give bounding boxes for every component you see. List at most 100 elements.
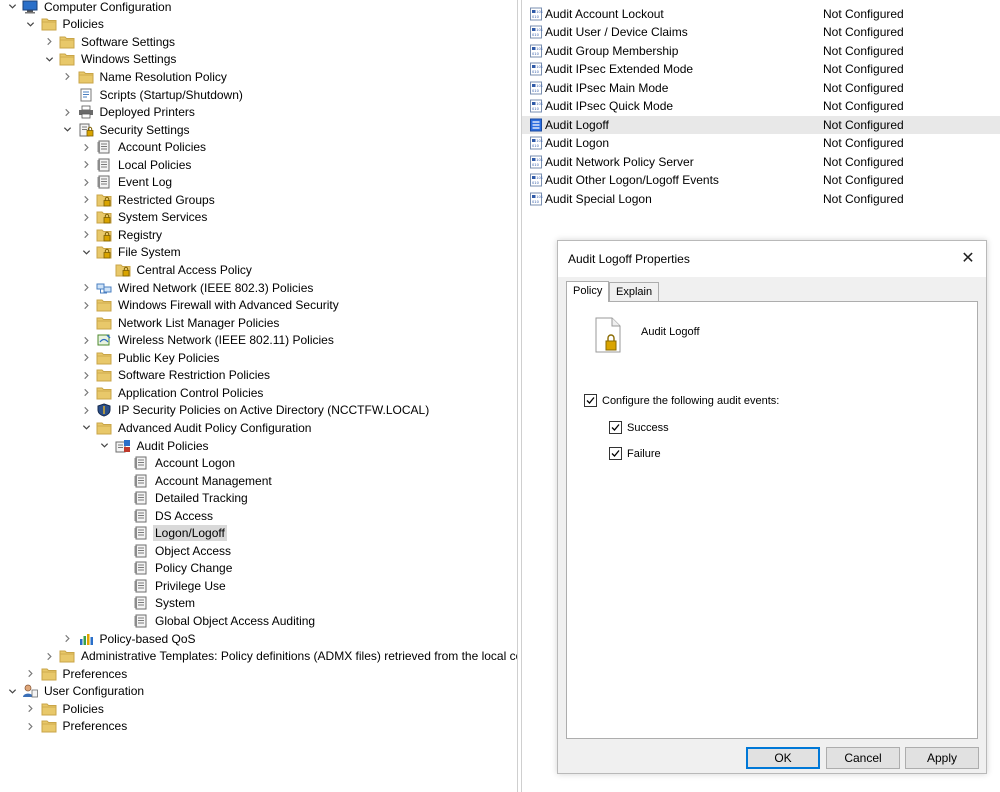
chevron-right-icon[interactable] bbox=[80, 141, 92, 153]
tree-item-ip-security-policies[interactable]: IP Security Policies on Active Directory… bbox=[80, 402, 431, 420]
tree-item-application-control-policies[interactable]: Application Control Policies bbox=[80, 384, 265, 402]
chevron-down-icon[interactable] bbox=[62, 124, 74, 136]
tree-item-label: Wireless Network (IEEE 802.11) Policies bbox=[118, 333, 334, 348]
policy-row[interactable]: 101 010 Audit IPsec Extended Mode Not Confi… bbox=[522, 60, 1000, 79]
tree-item-account-policies[interactable]: Account Policies bbox=[80, 138, 208, 156]
tree-item-file-system[interactable]: File System bbox=[80, 244, 183, 262]
tree-item-central-access-policy[interactable]: Central Access Policy bbox=[99, 261, 254, 279]
configure-audit-events-checkbox[interactable] bbox=[584, 394, 597, 407]
tree-item-preferences-user[interactable]: Preferences bbox=[25, 718, 130, 736]
chevron-right-icon[interactable] bbox=[80, 369, 92, 381]
tree-item-policy-based-qos[interactable]: Policy-based QoS bbox=[62, 630, 198, 648]
chevron-right-icon[interactable] bbox=[80, 282, 92, 294]
tree-item-wireless-network-policies[interactable]: Wireless Network (IEEE 802.11) Policies bbox=[80, 331, 336, 349]
tree-item-policy-change[interactable]: Policy Change bbox=[117, 560, 234, 578]
chevron-down-icon[interactable] bbox=[43, 53, 55, 65]
tree-item-network-list-manager-policies[interactable]: Network List Manager Policies bbox=[80, 314, 281, 332]
tree-item-account-management[interactable]: Account Management bbox=[117, 472, 274, 490]
chevron-right-icon[interactable] bbox=[62, 106, 74, 118]
chevron-right-icon[interactable] bbox=[80, 159, 92, 171]
apply-button[interactable]: Apply bbox=[905, 747, 979, 769]
chevron-right-icon[interactable] bbox=[62, 633, 74, 645]
tree-item-system-services[interactable]: System Services bbox=[80, 209, 209, 227]
success-checkbox[interactable] bbox=[609, 421, 622, 434]
tree-item-windows-firewall[interactable]: Windows Firewall with Advanced Security bbox=[80, 296, 341, 314]
policy-row[interactable]: 101 010 Audit Network Policy Server Not Con… bbox=[522, 153, 1000, 172]
tree-item-deployed-printers[interactable]: Deployed Printers bbox=[62, 103, 197, 121]
tree-item-user-configuration[interactable]: User Configuration bbox=[6, 682, 146, 700]
policy-row[interactable]: 101 010 Audit IPsec Quick Mode Not Configur… bbox=[522, 97, 1000, 116]
chevron-right-icon[interactable] bbox=[80, 211, 92, 223]
tree-item-policies-user[interactable]: Policies bbox=[25, 700, 106, 718]
policy-row[interactable]: 101 010 Audit Other Logon/Logoff Events Not… bbox=[522, 171, 1000, 190]
policy-setting-cell: Not Configured bbox=[823, 154, 904, 169]
policy-row[interactable]: 101 010 Audit IPsec Main Mode Not Configure… bbox=[522, 79, 1000, 98]
tree-item-local-policies[interactable]: Local Policies bbox=[80, 156, 193, 174]
tree-item-software-restriction-policies[interactable]: Software Restriction Policies bbox=[80, 367, 272, 385]
ok-button[interactable]: OK bbox=[746, 747, 820, 769]
tree-item-audit-policies[interactable]: Audit Policies bbox=[99, 437, 211, 455]
tree-item-object-access[interactable]: Object Access bbox=[117, 542, 233, 560]
tab-policy[interactable]: Policy bbox=[566, 281, 610, 302]
chevron-down-icon[interactable] bbox=[99, 440, 111, 452]
chevron-down-icon[interactable] bbox=[6, 1, 18, 13]
chevron-right-icon[interactable] bbox=[80, 299, 92, 311]
chevron-right-icon[interactable] bbox=[80, 334, 92, 346]
close-icon[interactable]: ✕ bbox=[956, 247, 980, 269]
tree-item-global-object-access-auditing[interactable]: Global Object Access Auditing bbox=[117, 612, 317, 630]
failure-checkbox[interactable] bbox=[609, 447, 622, 460]
tree-item-account-logon[interactable]: Account Logon bbox=[117, 454, 237, 472]
policy-row[interactable]: 101 010 Audit User / Device Claims Not Conf… bbox=[522, 23, 1000, 42]
chevron-right-icon[interactable] bbox=[43, 36, 55, 48]
failure-label: Failure bbox=[627, 447, 661, 460]
chevron-down-icon[interactable] bbox=[6, 685, 18, 697]
tree-item-policies[interactable]: Policies bbox=[25, 16, 106, 34]
chevron-right-icon[interactable] bbox=[80, 352, 92, 364]
svg-text:010: 010 bbox=[532, 200, 540, 204]
chevron-down-icon[interactable] bbox=[80, 422, 92, 434]
tree-item-preferences-computer[interactable]: Preferences bbox=[25, 665, 130, 683]
locked-folder-icon bbox=[96, 210, 112, 224]
policy-row[interactable]: 101 010 Audit Account Lockout Not Configure… bbox=[522, 5, 1000, 24]
cancel-button[interactable]: Cancel bbox=[826, 747, 900, 769]
tree-item-name-resolution-policy[interactable]: Name Resolution Policy bbox=[62, 68, 229, 86]
chevron-right-icon[interactable] bbox=[80, 387, 92, 399]
tree-item-computer-configuration[interactable]: Computer Configuration bbox=[6, 0, 173, 16]
chevron-down-icon[interactable] bbox=[25, 18, 37, 30]
wireless-icon bbox=[96, 333, 112, 347]
tree-item-logon-logoff[interactable]: Logon/Logoff bbox=[117, 525, 227, 543]
tree-item-software-settings[interactable]: Software Settings bbox=[43, 33, 177, 51]
chevron-right-icon[interactable] bbox=[25, 720, 37, 732]
tree-item-scripts-startup-shutdown[interactable]: Scripts (Startup/Shutdown) bbox=[62, 86, 245, 104]
chevron-right-icon[interactable] bbox=[80, 194, 92, 206]
policy-setting-cell: Not Configured bbox=[823, 136, 904, 151]
tree-item-privilege-use[interactable]: Privilege Use bbox=[117, 577, 228, 595]
chevron-right-icon[interactable] bbox=[80, 404, 92, 416]
tree-item-security-settings[interactable]: Security Settings bbox=[62, 121, 192, 139]
tree-item-wired-network-policies[interactable]: Wired Network (IEEE 802.3) Policies bbox=[80, 279, 315, 297]
policy-row[interactable]: 101 010 Audit Group Membership Not Configur… bbox=[522, 42, 1000, 61]
chevron-right-icon[interactable] bbox=[25, 668, 37, 680]
tree-item-public-key-policies[interactable]: Public Key Policies bbox=[80, 349, 221, 367]
chevron-right-icon[interactable] bbox=[43, 650, 55, 662]
policy-row[interactable]: 101 010 Audit Logon Not Configured bbox=[522, 134, 1000, 153]
tree-item-administrative-templates[interactable]: Administrative Templates: Policy definit… bbox=[43, 647, 517, 665]
tree-item-detailed-tracking[interactable]: Detailed Tracking bbox=[117, 489, 250, 507]
chevron-right-icon[interactable] bbox=[62, 71, 74, 83]
tree-item-system[interactable]: System bbox=[117, 595, 197, 613]
chevron-right-icon[interactable] bbox=[25, 703, 37, 715]
tree-item-registry[interactable]: Registry bbox=[80, 226, 164, 244]
chevron-down-icon[interactable] bbox=[80, 246, 92, 258]
tree-item-windows-settings[interactable]: Windows Settings bbox=[43, 51, 178, 69]
tree-item-event-log[interactable]: Event Log bbox=[80, 174, 174, 192]
tree-item-restricted-groups[interactable]: Restricted Groups bbox=[80, 191, 217, 209]
tree-item-advanced-audit-policy-configuration[interactable]: Advanced Audit Policy Configuration bbox=[80, 419, 313, 437]
tree-item-ds-access[interactable]: DS Access bbox=[117, 507, 215, 525]
policy-row[interactable]: Audit Logoff Not Configured bbox=[522, 115, 1000, 134]
tab-explain[interactable]: Explain bbox=[609, 282, 660, 302]
folder-icon bbox=[96, 316, 112, 330]
chevron-right-icon[interactable] bbox=[80, 229, 92, 241]
folder-icon bbox=[41, 719, 57, 733]
policy-row[interactable]: 101 010 Audit Special Logon Not Configured bbox=[522, 190, 1000, 209]
chevron-right-icon[interactable] bbox=[80, 176, 92, 188]
